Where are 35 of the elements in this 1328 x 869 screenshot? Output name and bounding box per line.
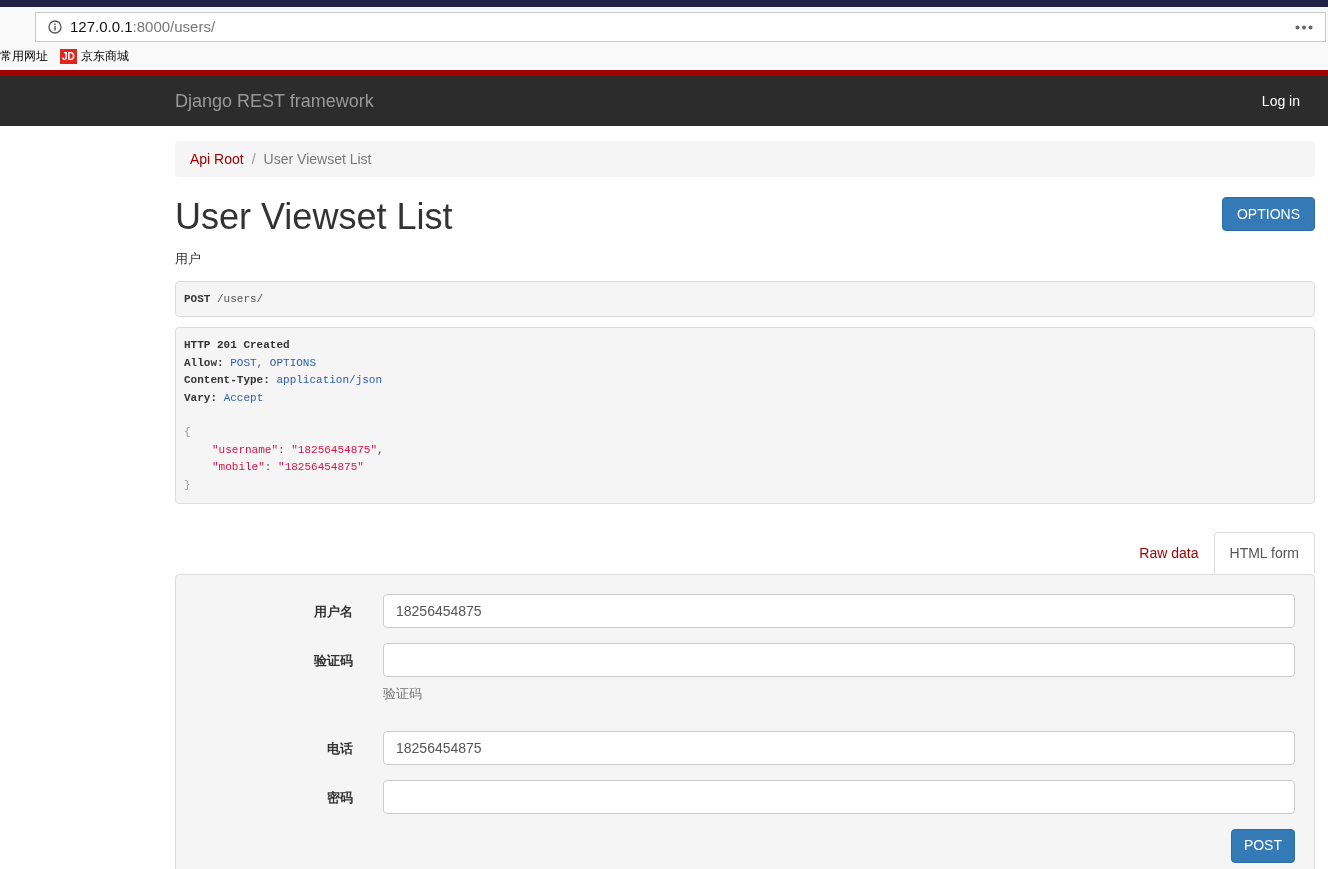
- help-text: 验证码: [383, 685, 423, 703]
- bookmark-link[interactable]: 京东商城: [80, 47, 129, 65]
- breadcrumb-separator: /: [250, 149, 257, 169]
- bookmark-link[interactable]: 常用网址: [0, 47, 48, 65]
- site-logo-icon: JD: [60, 48, 77, 64]
- text-input-field[interactable]: [383, 643, 1295, 677]
- json-entry: "mobile": "18256454875": [211, 460, 364, 475]
- form-tab[interactable]: HTML form: [1213, 532, 1315, 574]
- response-header: Allow: POST, OPTIONS: [184, 355, 317, 371]
- text-input-field[interactable]: [383, 779, 1295, 814]
- more-icon[interactable]: [1295, 24, 1313, 30]
- response-status: HTTP 201 Created: [184, 338, 290, 353]
- text-input-field[interactable]: 18256454875: [383, 594, 1295, 628]
- brand-link[interactable]: Django REST framework: [175, 87, 374, 115]
- json-entry: "username": "18256454875",: [211, 442, 384, 458]
- options-button[interactable]: OPTIONS: [1222, 197, 1315, 231]
- response-header: Content-Type: application/json: [184, 373, 383, 388]
- post-button[interactable]: POST: [1230, 828, 1295, 863]
- url-text: 127.0.0.1:8000/users/: [70, 16, 216, 37]
- info-icon: [48, 20, 62, 34]
- breadcrumb-link[interactable]: Api Root: [190, 148, 244, 170]
- field-label: 电话: [327, 739, 353, 758]
- field-label: 密码: [327, 788, 353, 807]
- form-tab[interactable]: Raw data: [1124, 532, 1214, 574]
- login-link[interactable]: Log in: [1261, 90, 1300, 112]
- text-input-field[interactable]: 18256454875: [383, 730, 1295, 765]
- description-text: 用户: [175, 250, 202, 268]
- address-bar[interactable]: 127.0.0.1:8000/users/: [35, 12, 1326, 42]
- response-header: Vary: Accept: [184, 390, 264, 406]
- page-title: User Viewset List: [175, 197, 453, 237]
- breadcrumb-link[interactable]: User Viewset List: [263, 148, 372, 170]
- field-label: 用户名: [314, 603, 353, 621]
- field-label: 验证码: [314, 652, 353, 670]
- json-brace: {: [184, 425, 191, 440]
- json-brace: }: [184, 477, 191, 493]
